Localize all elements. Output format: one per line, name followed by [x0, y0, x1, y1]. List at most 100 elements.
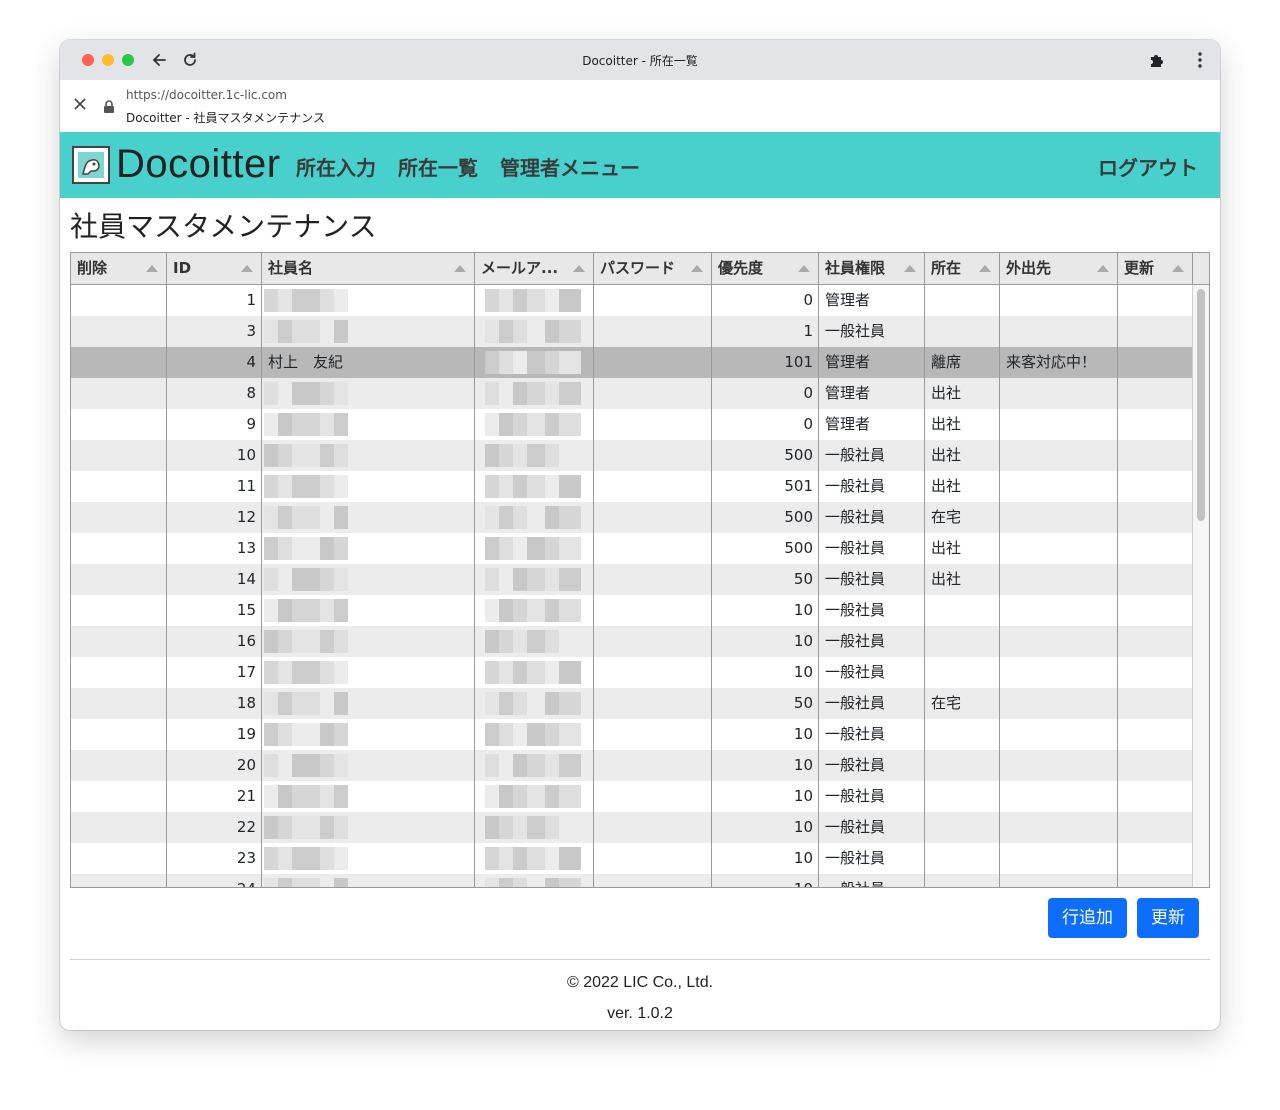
- cell-id[interactable]: 3: [167, 316, 262, 347]
- cell-priority[interactable]: 0: [712, 378, 819, 409]
- cell-location[interactable]: 出社: [925, 440, 1000, 471]
- cell-priority[interactable]: 1: [712, 316, 819, 347]
- cell-destination[interactable]: [1000, 657, 1118, 688]
- cell-destination[interactable]: [1000, 688, 1118, 719]
- cell-email[interactable]: [475, 812, 594, 843]
- cell-id[interactable]: 22: [167, 812, 262, 843]
- cell-password[interactable]: [594, 874, 712, 887]
- cell-location[interactable]: 出社: [925, 564, 1000, 595]
- table-row[interactable]: 15 10 一般社員: [71, 595, 1193, 626]
- cell-delete[interactable]: [71, 440, 167, 471]
- cell-updated[interactable]: [1118, 626, 1193, 657]
- cell-password[interactable]: [594, 812, 712, 843]
- cell-password[interactable]: [594, 316, 712, 347]
- table-row[interactable]: 13 500 一般社員 出社: [71, 533, 1193, 564]
- cell-password[interactable]: [594, 657, 712, 688]
- cell-location[interactable]: 出社: [925, 533, 1000, 564]
- cell-password[interactable]: [594, 719, 712, 750]
- cell-priority[interactable]: 10: [712, 750, 819, 781]
- cell-name[interactable]: [262, 502, 475, 533]
- table-row[interactable]: 3 1 一般社員: [71, 316, 1193, 347]
- cell-email[interactable]: [475, 719, 594, 750]
- cell-name[interactable]: [262, 285, 475, 316]
- brand-name[interactable]: Docoitter: [116, 142, 281, 187]
- cell-delete[interactable]: [71, 285, 167, 316]
- cell-destination[interactable]: [1000, 409, 1118, 440]
- cell-location[interactable]: [925, 719, 1000, 750]
- add-row-button[interactable]: 行追加: [1048, 898, 1127, 938]
- cell-name[interactable]: [262, 533, 475, 564]
- cell-password[interactable]: [594, 347, 712, 378]
- cell-destination[interactable]: [1000, 564, 1118, 595]
- cell-name[interactable]: [262, 378, 475, 409]
- table-row[interactable]: 11 501 一般社員 出社: [71, 471, 1193, 502]
- cell-updated[interactable]: [1118, 409, 1193, 440]
- logo-icon[interactable]: [72, 146, 110, 184]
- cell-location[interactable]: 在宅: [925, 502, 1000, 533]
- cell-id[interactable]: 9: [167, 409, 262, 440]
- cell-priority[interactable]: 50: [712, 564, 819, 595]
- table-row[interactable]: 16 10 一般社員: [71, 626, 1193, 657]
- cell-role[interactable]: 一般社員: [819, 843, 925, 874]
- cell-id[interactable]: 11: [167, 471, 262, 502]
- cell-location[interactable]: 離席: [925, 347, 1000, 378]
- cell-updated[interactable]: [1118, 874, 1193, 887]
- cell-role[interactable]: 一般社員: [819, 750, 925, 781]
- cell-priority[interactable]: 500: [712, 502, 819, 533]
- close-icon[interactable]: [72, 96, 88, 112]
- cell-email[interactable]: [475, 502, 594, 533]
- cell-id[interactable]: 20: [167, 750, 262, 781]
- cell-name[interactable]: [262, 812, 475, 843]
- cell-delete[interactable]: [71, 719, 167, 750]
- cell-delete[interactable]: [71, 657, 167, 688]
- cell-priority[interactable]: 10: [712, 843, 819, 874]
- cell-priority[interactable]: 10: [712, 874, 819, 887]
- cell-role[interactable]: 一般社員: [819, 719, 925, 750]
- cell-updated[interactable]: [1118, 347, 1193, 378]
- cell-id[interactable]: 18: [167, 688, 262, 719]
- cell-role[interactable]: 一般社員: [819, 316, 925, 347]
- cell-delete[interactable]: [71, 781, 167, 812]
- cell-priority[interactable]: 0: [712, 409, 819, 440]
- cell-password[interactable]: [594, 285, 712, 316]
- cell-role[interactable]: 一般社員: [819, 595, 925, 626]
- cell-role[interactable]: 一般社員: [819, 564, 925, 595]
- cell-location[interactable]: [925, 285, 1000, 316]
- cell-delete[interactable]: [71, 316, 167, 347]
- cell-updated[interactable]: [1118, 471, 1193, 502]
- cell-id[interactable]: 14: [167, 564, 262, 595]
- column-header-role[interactable]: 社員権限: [819, 253, 925, 284]
- extensions-puzzle-icon[interactable]: [1146, 49, 1168, 71]
- cell-name[interactable]: [262, 440, 475, 471]
- cell-updated[interactable]: [1118, 843, 1193, 874]
- cell-updated[interactable]: [1118, 316, 1193, 347]
- cell-delete[interactable]: [71, 874, 167, 887]
- more-menu-icon[interactable]: [1189, 49, 1211, 71]
- table-row[interactable]: 12 500 一般社員 在宅: [71, 502, 1193, 533]
- cell-email[interactable]: [475, 657, 594, 688]
- cell-location[interactable]: 在宅: [925, 688, 1000, 719]
- cell-email[interactable]: [475, 440, 594, 471]
- cell-delete[interactable]: [71, 812, 167, 843]
- cell-destination[interactable]: [1000, 595, 1118, 626]
- cell-delete[interactable]: [71, 533, 167, 564]
- grid-scrollbar-thumb[interactable]: [1197, 289, 1205, 521]
- cell-id[interactable]: 4: [167, 347, 262, 378]
- cell-id[interactable]: 10: [167, 440, 262, 471]
- cell-password[interactable]: [594, 378, 712, 409]
- cell-role[interactable]: 管理者: [819, 378, 925, 409]
- cell-name[interactable]: [262, 843, 475, 874]
- cell-location[interactable]: [925, 843, 1000, 874]
- cell-delete[interactable]: [71, 750, 167, 781]
- cell-priority[interactable]: 10: [712, 626, 819, 657]
- column-header-password[interactable]: パスワード: [594, 253, 712, 284]
- cell-password[interactable]: [594, 750, 712, 781]
- cell-location[interactable]: [925, 812, 1000, 843]
- cell-email[interactable]: [475, 378, 594, 409]
- cell-updated[interactable]: [1118, 378, 1193, 409]
- cell-password[interactable]: [594, 843, 712, 874]
- cell-email[interactable]: [475, 688, 594, 719]
- cell-name[interactable]: [262, 781, 475, 812]
- cell-role[interactable]: 一般社員: [819, 502, 925, 533]
- cell-id[interactable]: 24: [167, 874, 262, 887]
